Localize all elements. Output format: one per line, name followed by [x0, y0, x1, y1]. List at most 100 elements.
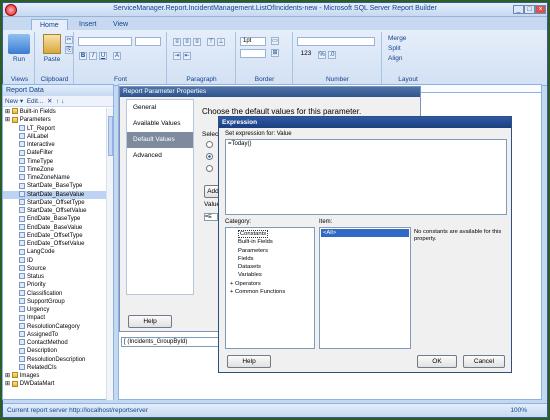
tree-parameter[interactable]: ResolutionDescription: [3, 355, 107, 364]
tree-parameter[interactable]: Impact: [3, 314, 107, 322]
indent-icon[interactable]: ⇥: [173, 52, 181, 60]
align-button[interactable]: Align: [388, 55, 428, 62]
split-button[interactable]: Split: [388, 45, 428, 52]
expander-icon[interactable]: ⊞: [5, 373, 12, 379]
tree-folder[interactable]: ⊞ Images: [3, 372, 107, 380]
tree-parameter[interactable]: DateFilter: [3, 149, 107, 157]
param-help-button[interactable]: Help: [128, 315, 172, 328]
tree-folder[interactable]: ⊞ Built-in Fields: [3, 108, 107, 116]
tree-parameter[interactable]: Classification: [3, 289, 107, 298]
font-name-combo[interactable]: [78, 37, 132, 46]
number-format-dropdown[interactable]: [297, 37, 375, 46]
bold-icon[interactable]: B: [79, 52, 87, 60]
expression-editor[interactable]: =Today(): [225, 139, 507, 215]
tree-parameter[interactable]: Description: [3, 347, 107, 355]
tree-parameter[interactable]: SupportGroup: [3, 298, 107, 306]
expander-icon[interactable]: ⊞: [5, 109, 12, 115]
align-left-icon[interactable]: ≡: [173, 38, 181, 46]
expression-help-button[interactable]: Help: [227, 355, 271, 368]
tree-parameter[interactable]: Urgency: [3, 306, 107, 314]
radio-specify-values[interactable]: [206, 153, 213, 160]
tree-parameter[interactable]: AssignedTo: [3, 331, 107, 339]
tree-parameter[interactable]: StartDate_BaseValue: [3, 190, 107, 199]
tree-parameter[interactable]: Source: [3, 265, 107, 273]
tree-parameter[interactable]: EndDate_BaseType: [3, 215, 107, 223]
new-button[interactable]: New: [5, 98, 18, 105]
nav-item[interactable]: Default Values: [127, 132, 193, 148]
tree-folder[interactable]: ⊞ DWDataMart: [3, 380, 107, 388]
tree-parameter[interactable]: ContactMethod: [3, 339, 107, 347]
zoom-level[interactable]: 100%: [510, 404, 527, 418]
item-list[interactable]: <All>: [319, 227, 411, 349]
category-item[interactable]: Fields: [230, 255, 314, 263]
delete-icon[interactable]: ✕: [47, 98, 52, 105]
ok-button[interactable]: OK: [417, 355, 457, 368]
move-down-icon[interactable]: ↓: [61, 98, 64, 105]
maximize-button[interactable]: □: [524, 5, 535, 14]
tree-scrollbar[interactable]: [106, 108, 113, 400]
tree-parameter[interactable]: LangCode: [3, 248, 107, 256]
tree-parameter[interactable]: StartDate_BaseType: [3, 182, 107, 190]
nav-item[interactable]: Advanced: [127, 148, 193, 164]
border-color-icon[interactable]: ▭: [271, 37, 279, 45]
item-entry[interactable]: <All>: [321, 229, 409, 237]
scrollbar-thumb[interactable]: [108, 116, 113, 156]
underline-icon[interactable]: U: [99, 52, 107, 60]
value-cell[interactable]: =E: [204, 213, 218, 221]
tree-parameter[interactable]: RelatedCIs: [3, 364, 107, 372]
font-size-combo[interactable]: [135, 37, 161, 46]
category-item[interactable]: + Operators: [230, 280, 314, 288]
tree-parameter[interactable]: Status: [3, 273, 107, 281]
italic-icon[interactable]: I: [89, 52, 97, 60]
tree-folder[interactable]: ⊞ Parameters: [3, 116, 107, 124]
expander-icon[interactable]: ⊞: [5, 381, 12, 387]
border-style-combo[interactable]: [240, 49, 266, 58]
tree-parameter[interactable]: EndDate_OffsetType: [3, 232, 107, 240]
tree-parameter[interactable]: TimeType: [3, 157, 107, 166]
category-item[interactable]: Built-in Fields: [230, 238, 314, 246]
align-center-icon[interactable]: ≡: [183, 38, 191, 46]
font-color-icon[interactable]: A: [113, 52, 121, 60]
radio-from-query[interactable]: [206, 165, 213, 172]
move-up-icon[interactable]: ↑: [56, 98, 59, 105]
tree-parameter[interactable]: ID: [3, 256, 107, 265]
merge-button[interactable]: Merge: [388, 35, 428, 42]
copy-icon[interactable]: ⎘: [65, 46, 73, 54]
tree-parameter[interactable]: Priority: [3, 281, 107, 289]
tree-parameter[interactable]: StartDate_OffsetType: [3, 199, 107, 207]
nav-item[interactable]: Available Values: [127, 116, 193, 132]
align-top-icon[interactable]: ⊤: [207, 38, 215, 46]
category-item[interactable]: + Common Functions: [230, 288, 314, 296]
tab-home[interactable]: Home: [31, 19, 68, 30]
decimal-icon[interactable]: .0: [328, 51, 336, 59]
tree-parameter[interactable]: Interactive: [3, 141, 107, 149]
cancel-button[interactable]: Cancel: [463, 355, 505, 368]
tab-view[interactable]: View: [105, 19, 136, 30]
tree-parameter[interactable]: ResolutionCategory: [3, 322, 107, 331]
border-size-combo[interactable]: 1pt: [240, 37, 266, 46]
tree-parameter[interactable]: AllLabel: [3, 133, 107, 141]
tree-parameter[interactable]: TimeZone: [3, 166, 107, 174]
tree-parameter[interactable]: StartDate_OffsetValue: [3, 207, 107, 215]
paste-button[interactable]: Paste: [38, 56, 66, 63]
category-item[interactable]: Datasets: [230, 263, 314, 271]
align-right-icon[interactable]: ≡: [193, 38, 201, 46]
borders-icon[interactable]: ⊞: [271, 49, 279, 57]
radio-no-default[interactable]: [206, 141, 213, 148]
minimize-button[interactable]: _: [513, 5, 524, 14]
category-item[interactable]: Variables: [230, 271, 314, 279]
tree-parameter[interactable]: EndDate_OffsetValue: [3, 240, 107, 248]
outdent-icon[interactable]: ⇤: [183, 52, 191, 60]
category-item[interactable]: Parameters: [230, 247, 314, 255]
edit-button[interactable]: Edit...: [27, 98, 44, 105]
tree-parameter[interactable]: LT_Report: [3, 124, 107, 133]
expander-icon[interactable]: ⊞: [5, 117, 12, 123]
tree-parameter[interactable]: TimeZoneName: [3, 174, 107, 182]
design-field-textbox[interactable]: [ (Incidents_GroupById): [121, 337, 221, 347]
cut-icon[interactable]: ✂: [65, 36, 73, 44]
tab-insert[interactable]: Insert: [71, 19, 105, 30]
category-item[interactable]: Constants: [230, 230, 314, 238]
percent-icon[interactable]: %: [318, 51, 326, 59]
category-list[interactable]: Constants Built-in Fields Parameters Fields…: [225, 227, 315, 349]
number-format-button[interactable]: 123: [297, 50, 315, 57]
